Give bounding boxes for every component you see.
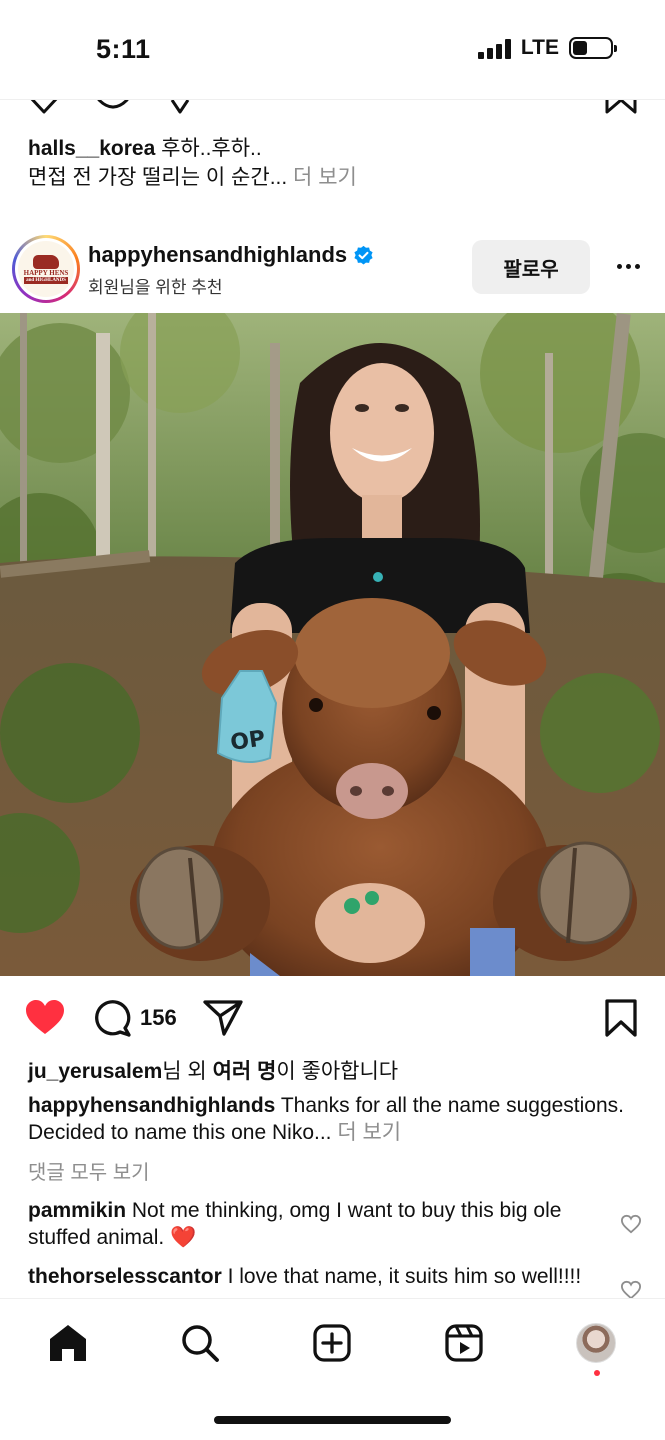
post-caption: happyhensandhighlands Thanks for all the… bbox=[28, 1092, 628, 1146]
battery-fill bbox=[573, 41, 588, 55]
caption-username[interactable]: halls__korea bbox=[28, 137, 155, 160]
comment-icon[interactable] bbox=[92, 998, 132, 1038]
profile-avatar[interactable] bbox=[576, 1323, 616, 1363]
battery-icon bbox=[569, 37, 617, 59]
comment-username[interactable]: thehorselesscantor bbox=[28, 1265, 222, 1288]
comment-text: I love that name, it suits him so well!!… bbox=[221, 1265, 582, 1288]
post-header: HAPPY HENS and HIGHLANDS happyhensandhig… bbox=[0, 232, 665, 308]
status-indicators: LTE bbox=[477, 36, 617, 60]
comment-count: 156 bbox=[140, 1005, 177, 1030]
signal-icon bbox=[477, 37, 511, 59]
post-image[interactable]: OP bbox=[0, 313, 665, 976]
post-username[interactable]: happyhensandhighlands bbox=[88, 242, 374, 268]
nav-create[interactable] bbox=[310, 1321, 354, 1365]
share-button[interactable] bbox=[202, 998, 244, 1038]
nav-reels[interactable] bbox=[442, 1321, 486, 1365]
like-button[interactable] bbox=[24, 998, 66, 1036]
search-icon[interactable] bbox=[180, 1323, 220, 1363]
home-indicator[interactable] bbox=[214, 1416, 451, 1424]
likes-others[interactable]: 여러 명 bbox=[213, 1060, 277, 1083]
comment-icon[interactable] bbox=[96, 100, 130, 114]
previous-post-actions bbox=[0, 100, 665, 114]
bookmark-icon[interactable] bbox=[604, 100, 638, 114]
ear-tag-text: OP bbox=[229, 726, 267, 756]
more-options-icon[interactable] bbox=[606, 248, 650, 284]
bookmark-icon[interactable] bbox=[604, 998, 638, 1038]
status-time: 5:11 bbox=[96, 34, 151, 64]
share-icon[interactable] bbox=[202, 998, 244, 1038]
logo-text: HAPPY HENS bbox=[23, 268, 69, 277]
comment-button[interactable]: 156 bbox=[92, 998, 177, 1038]
caption-text-line2: 면접 전 가장 떨리는 이 순간... bbox=[28, 166, 288, 189]
heart-icon[interactable] bbox=[28, 100, 60, 114]
comment-like-icon[interactable] bbox=[620, 1214, 642, 1234]
liker-username[interactable]: ju_yerusalem bbox=[28, 1060, 162, 1083]
more-link[interactable]: 더 보기 bbox=[332, 1121, 401, 1144]
comment-item: pammikin Not me thinking, omg I want to … bbox=[28, 1197, 598, 1251]
comment-username[interactable]: pammikin bbox=[28, 1199, 126, 1222]
verified-badge-icon bbox=[354, 245, 373, 265]
avatar[interactable]: HAPPY HENS and HIGHLANDS bbox=[12, 235, 80, 303]
heart-icon[interactable] bbox=[24, 998, 66, 1036]
create-icon[interactable] bbox=[312, 1323, 352, 1363]
save-button[interactable] bbox=[604, 998, 638, 1038]
network-type: LTE bbox=[520, 36, 559, 59]
comment-item: thehorselesscantor I love that name, it … bbox=[28, 1263, 598, 1298]
status-bar: 5:11 LTE bbox=[0, 0, 665, 100]
brand-logo: HAPPY HENS and HIGHLANDS bbox=[18, 241, 74, 297]
likes-suffix: 님 외 bbox=[162, 1060, 213, 1083]
comment-like-icon[interactable] bbox=[620, 1280, 642, 1300]
home-icon[interactable] bbox=[47, 1323, 89, 1363]
more-link[interactable]: 더 보기 bbox=[293, 166, 357, 189]
likes-suffix-2: 이 좋아합니다 bbox=[276, 1060, 399, 1083]
previous-post-caption: halls__korea 후하..후하.. 면접 전 가장 떨리는 이 순간..… bbox=[28, 134, 628, 192]
nav-search[interactable] bbox=[178, 1321, 222, 1365]
reels-icon[interactable] bbox=[444, 1323, 484, 1363]
view-all-comments-link[interactable]: 댓글 모두 보기 bbox=[28, 1156, 150, 1185]
follow-button[interactable]: 팔로우 bbox=[472, 240, 590, 294]
post-actions: 156 bbox=[0, 994, 665, 1042]
photo-woman-with-calf: OP bbox=[0, 313, 665, 976]
share-icon[interactable] bbox=[168, 100, 192, 114]
likes-summary[interactable]: ju_yerusalem님 외 여러 명이 좋아합니다 bbox=[28, 1058, 648, 1086]
nav-profile[interactable] bbox=[574, 1321, 618, 1365]
logo-subtext: and HIGHLANDS bbox=[24, 276, 68, 284]
caption-username[interactable]: happyhensandhighlands bbox=[28, 1094, 275, 1117]
username-text[interactable]: happyhensandhighlands bbox=[88, 242, 347, 268]
cow-icon bbox=[33, 254, 59, 269]
suggested-label: 회원님을 위한 추천 bbox=[88, 278, 223, 297]
notification-dot bbox=[594, 1370, 600, 1376]
nav-home[interactable] bbox=[46, 1321, 90, 1365]
caption-text: 후하..후하.. bbox=[161, 137, 262, 160]
